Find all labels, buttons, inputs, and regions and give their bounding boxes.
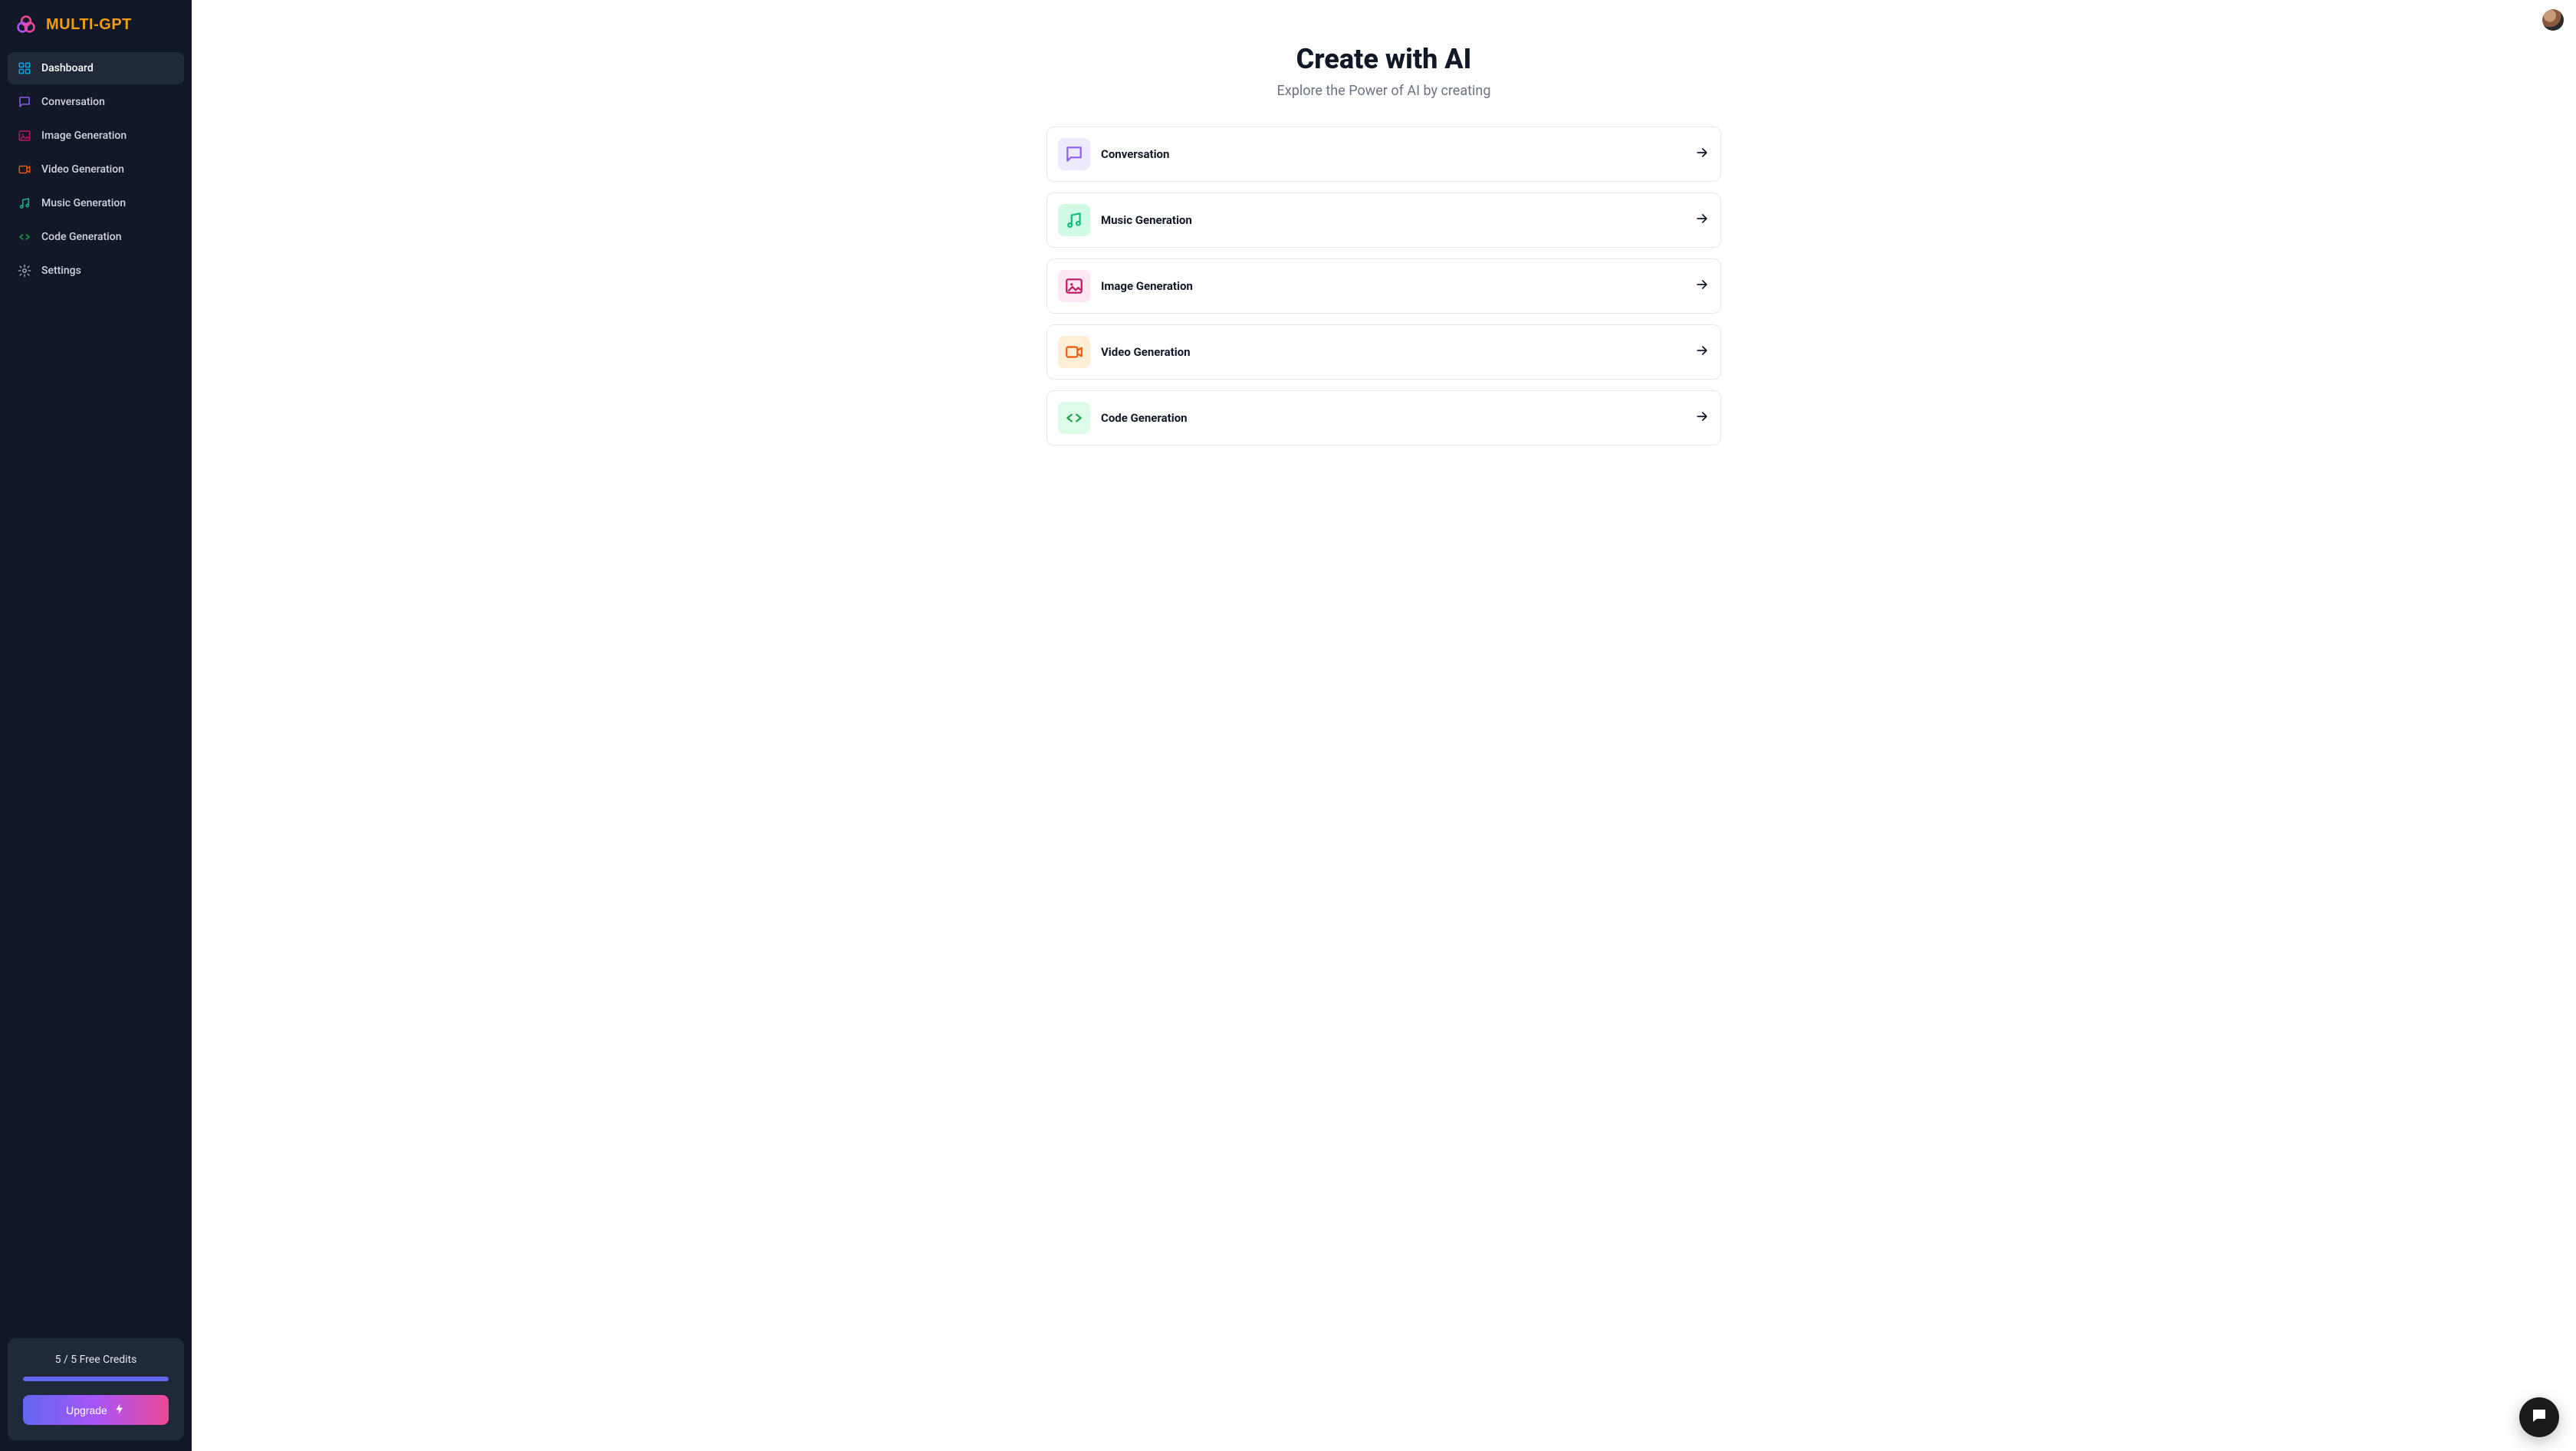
card-image-generation[interactable]: Image Generation bbox=[1046, 258, 1721, 314]
sidebar-item-code-generation[interactable]: Code Generation bbox=[8, 221, 184, 253]
sidebar-item-label: Music Generation bbox=[41, 197, 126, 209]
avatar bbox=[2542, 9, 2564, 31]
sidebar-item-label: Code Generation bbox=[41, 231, 122, 243]
credits-progress-track bbox=[23, 1377, 169, 1381]
gear-icon bbox=[17, 263, 32, 278]
main-content: Create with AI Explore the Power of AI b… bbox=[192, 0, 2576, 1451]
upgrade-button-label: Upgrade bbox=[66, 1404, 107, 1416]
sidebar-nav: Dashboard Conversation Image Generation … bbox=[8, 52, 184, 287]
video-icon bbox=[1058, 336, 1090, 368]
card-title: Video Generation bbox=[1101, 345, 1191, 359]
code-icon bbox=[1058, 402, 1090, 434]
chat-launcher-button[interactable] bbox=[2519, 1397, 2559, 1437]
code-icon bbox=[17, 229, 32, 245]
brand[interactable]: MULTI-GPT bbox=[8, 14, 184, 52]
hero: Create with AI Explore the Power of AI b… bbox=[204, 9, 2564, 99]
music-icon bbox=[17, 196, 32, 211]
sidebar-item-label: Dashboard bbox=[41, 62, 94, 74]
sidebar-item-label: Image Generation bbox=[41, 130, 127, 142]
sidebar-item-conversation[interactable]: Conversation bbox=[8, 86, 184, 118]
card-music-generation[interactable]: Music Generation bbox=[1046, 192, 1721, 248]
card-conversation[interactable]: Conversation bbox=[1046, 127, 1721, 182]
arrow-right-icon bbox=[1694, 343, 1710, 361]
user-menu[interactable] bbox=[2542, 9, 2564, 31]
card-left: Music Generation bbox=[1058, 204, 1192, 236]
arrow-right-icon bbox=[1694, 145, 1710, 163]
chat-bubble-icon bbox=[2530, 1407, 2548, 1428]
card-title: Music Generation bbox=[1101, 213, 1192, 227]
card-left: Conversation bbox=[1058, 138, 1169, 170]
card-left: Image Generation bbox=[1058, 270, 1193, 302]
chat-icon bbox=[1058, 138, 1090, 170]
image-icon bbox=[17, 128, 32, 143]
image-icon bbox=[1058, 270, 1090, 302]
music-icon bbox=[1058, 204, 1090, 236]
brand-logo-icon bbox=[15, 14, 37, 35]
sidebar-item-image-generation[interactable]: Image Generation bbox=[8, 120, 184, 152]
credits-text: 5 / 5 Free Credits bbox=[23, 1354, 169, 1366]
app-root: MULTI-GPT Dashboard Conversation Image G… bbox=[0, 0, 2576, 1451]
sidebar-item-settings[interactable]: Settings bbox=[8, 255, 184, 287]
credits-used: 5 bbox=[55, 1354, 61, 1366]
card-title: Code Generation bbox=[1101, 411, 1188, 425]
card-video-generation[interactable]: Video Generation bbox=[1046, 324, 1721, 380]
arrow-right-icon bbox=[1694, 409, 1710, 427]
card-left: Video Generation bbox=[1058, 336, 1191, 368]
tool-cards-list: Conversation Music Generation Image Gene… bbox=[1046, 127, 1721, 446]
sidebar-item-video-generation[interactable]: Video Generation bbox=[8, 153, 184, 186]
dashboard-icon bbox=[17, 61, 32, 76]
sidebar-item-label: Conversation bbox=[41, 96, 105, 108]
card-title: Image Generation bbox=[1101, 279, 1193, 293]
arrow-right-icon bbox=[1694, 211, 1710, 229]
credits-progress-fill bbox=[23, 1377, 169, 1381]
card-code-generation[interactable]: Code Generation bbox=[1046, 390, 1721, 446]
credits-card: 5 / 5 Free Credits Upgrade bbox=[8, 1338, 184, 1440]
sidebar-item-dashboard[interactable]: Dashboard bbox=[8, 52, 184, 84]
sidebar: MULTI-GPT Dashboard Conversation Image G… bbox=[0, 0, 192, 1451]
sidebar-item-music-generation[interactable]: Music Generation bbox=[8, 187, 184, 219]
credits-label-suffix: Free Credits bbox=[80, 1354, 137, 1366]
sidebar-item-label: Settings bbox=[41, 265, 81, 277]
bolt-icon bbox=[113, 1403, 126, 1417]
card-left: Code Generation bbox=[1058, 402, 1188, 434]
upgrade-button[interactable]: Upgrade bbox=[23, 1395, 169, 1425]
brand-name: MULTI-GPT bbox=[46, 16, 132, 34]
page-title: Create with AI bbox=[204, 43, 2564, 75]
arrow-right-icon bbox=[1694, 277, 1710, 295]
video-icon bbox=[17, 162, 32, 177]
credits-total: 5 bbox=[71, 1354, 77, 1366]
page-subtitle: Explore the Power of AI by creating bbox=[204, 83, 2564, 99]
sidebar-item-label: Video Generation bbox=[41, 163, 124, 176]
chat-icon bbox=[17, 94, 32, 110]
card-title: Conversation bbox=[1101, 147, 1169, 161]
